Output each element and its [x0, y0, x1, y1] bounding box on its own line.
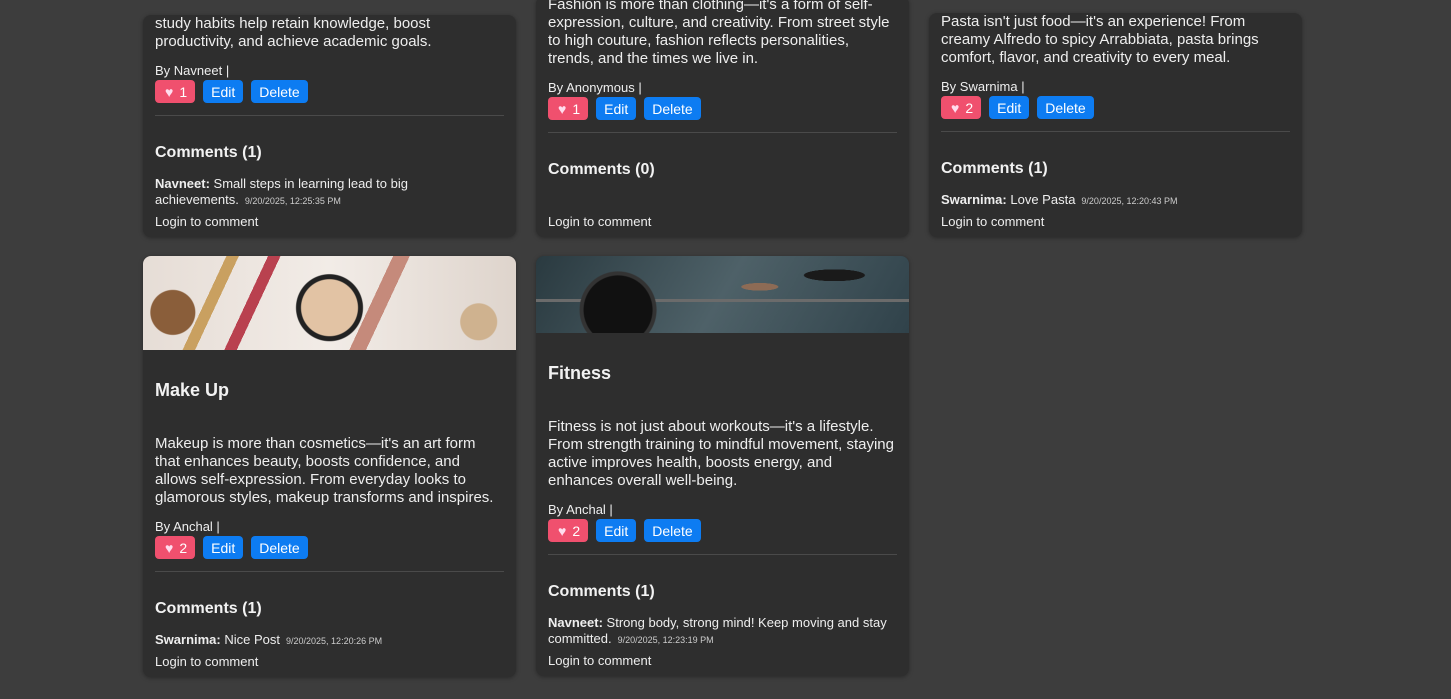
comment: Navneet: Strong body, strong mind! Keep …	[548, 615, 888, 648]
post-body: Pasta isn't just food—it's an experience…	[929, 13, 1302, 237]
post-card: Fitness Fitness is not just about workout…	[536, 256, 909, 676]
login-to-comment-link[interactable]: Login to comment	[548, 653, 897, 668]
comment-user: Swarnima:	[155, 632, 221, 647]
post-description: Makeup is more than cosmetics—it's an ar…	[155, 435, 494, 506]
comment: Swarnima: Nice Post 9/20/2025, 12:20:26 P…	[155, 632, 435, 649]
comment-user: Swarnima:	[941, 192, 1007, 207]
delete-button[interactable]: Delete	[1037, 96, 1094, 119]
comment-text: Love Pasta	[1010, 192, 1076, 207]
like-count: 2	[572, 522, 581, 539]
post-image	[536, 256, 909, 333]
divider	[941, 131, 1290, 132]
post-author: By Anchal |	[155, 519, 220, 534]
post-image	[143, 256, 516, 350]
comment-timestamp: 9/20/2025, 12:20:26 PM	[286, 636, 383, 646]
post-body: Fashion is more than clothing—it's a for…	[536, 0, 909, 237]
post-author: By Swarnima |	[941, 79, 1025, 94]
post-title: Fitness	[548, 363, 612, 383]
divider	[155, 115, 504, 116]
login-to-comment-link[interactable]: Login to comment	[548, 214, 897, 229]
comments-header: Comments (1)	[548, 583, 655, 600]
heart-icon: ♥	[165, 539, 174, 556]
post-actions: ♥ 1 Edit Delete	[548, 97, 897, 120]
edit-button[interactable]: Edit	[596, 97, 637, 120]
delete-button[interactable]: Delete	[251, 80, 308, 103]
comment: Navneet: Small steps in learning lead to…	[155, 176, 435, 209]
like-count: 2	[179, 539, 188, 556]
comment-timestamp: 9/20/2025, 12:20:43 PM	[1081, 196, 1178, 206]
post-body: study habits help retain knowledge, boos…	[143, 15, 516, 237]
heart-icon: ♥	[951, 99, 960, 116]
divider	[548, 132, 897, 133]
login-to-comment-link[interactable]: Login to comment	[155, 214, 504, 229]
post-actions: ♥ 1 Edit Delete	[155, 80, 504, 103]
comment: Swarnima: Love Pasta 9/20/2025, 12:20:43 …	[941, 192, 1221, 209]
post-actions: ♥ 2 Edit Delete	[548, 519, 897, 542]
comments-header: Comments (1)	[155, 144, 262, 161]
comments-header: Comments (1)	[155, 600, 262, 617]
post-actions: ♥ 2 Edit Delete	[155, 536, 504, 559]
post-author: By Navneet |	[155, 63, 230, 78]
like-button[interactable]: ♥ 2	[548, 519, 589, 542]
delete-button[interactable]: Delete	[251, 536, 308, 559]
post-description: Pasta isn't just food—it's an experience…	[941, 13, 1259, 66]
like-count: 1	[179, 83, 188, 100]
login-to-comment-link[interactable]: Login to comment	[155, 654, 504, 669]
edit-button[interactable]: Edit	[203, 80, 244, 103]
edit-button[interactable]: Edit	[203, 536, 244, 559]
post-body: Fitness Fitness is not just about workout…	[536, 363, 909, 676]
like-button[interactable]: ♥ 2	[941, 96, 982, 119]
login-to-comment-link[interactable]: Login to comment	[941, 214, 1290, 229]
post-author: By Anonymous |	[548, 80, 642, 95]
post-grid-row-top: study habits help retain knowledge, boos…	[143, 0, 1302, 237]
like-count: 2	[965, 99, 974, 116]
comments-header: Comments (0)	[548, 161, 655, 178]
post-grid-row-bottom: Make Up Makeup is more than cosmetics—it'…	[143, 256, 909, 677]
delete-button[interactable]: Delete	[644, 519, 701, 542]
post-description: Fitness is not just about workouts—it's …	[548, 418, 894, 489]
delete-button[interactable]: Delete	[644, 97, 701, 120]
comment-user: Navneet:	[155, 176, 210, 191]
divider	[155, 571, 504, 572]
comments-header: Comments (1)	[941, 160, 1048, 177]
like-count: 1	[572, 100, 581, 117]
divider	[548, 554, 897, 555]
post-card: study habits help retain knowledge, boos…	[143, 15, 516, 237]
post-body: Make Up Makeup is more than cosmetics—it'…	[143, 380, 516, 677]
comments-empty	[548, 193, 897, 209]
comment-text: Nice Post	[224, 632, 281, 647]
post-card: Make Up Makeup is more than cosmetics—it'…	[143, 256, 516, 677]
heart-icon: ♥	[165, 83, 174, 100]
post-author: By Anchal |	[548, 502, 613, 517]
like-button[interactable]: ♥ 1	[548, 97, 589, 120]
comment-user: Navneet:	[548, 615, 603, 630]
edit-button[interactable]: Edit	[989, 96, 1030, 119]
post-card: Pasta isn't just food—it's an experience…	[929, 13, 1302, 237]
post-title: Make Up	[155, 380, 230, 400]
comment-timestamp: 9/20/2025, 12:23:19 PM	[617, 635, 714, 645]
edit-button[interactable]: Edit	[596, 519, 637, 542]
post-description: study habits help retain knowledge, boos…	[155, 15, 432, 50]
post-card: Fashion is more than clothing—it's a for…	[536, 0, 909, 237]
like-button[interactable]: ♥ 2	[155, 536, 196, 559]
like-button[interactable]: ♥ 1	[155, 80, 196, 103]
comment-timestamp: 9/20/2025, 12:25:35 PM	[244, 196, 341, 206]
heart-icon: ♥	[558, 522, 567, 539]
heart-icon: ♥	[558, 100, 567, 117]
post-actions: ♥ 2 Edit Delete	[941, 96, 1290, 119]
post-description: Fashion is more than clothing—it's a for…	[548, 0, 890, 67]
